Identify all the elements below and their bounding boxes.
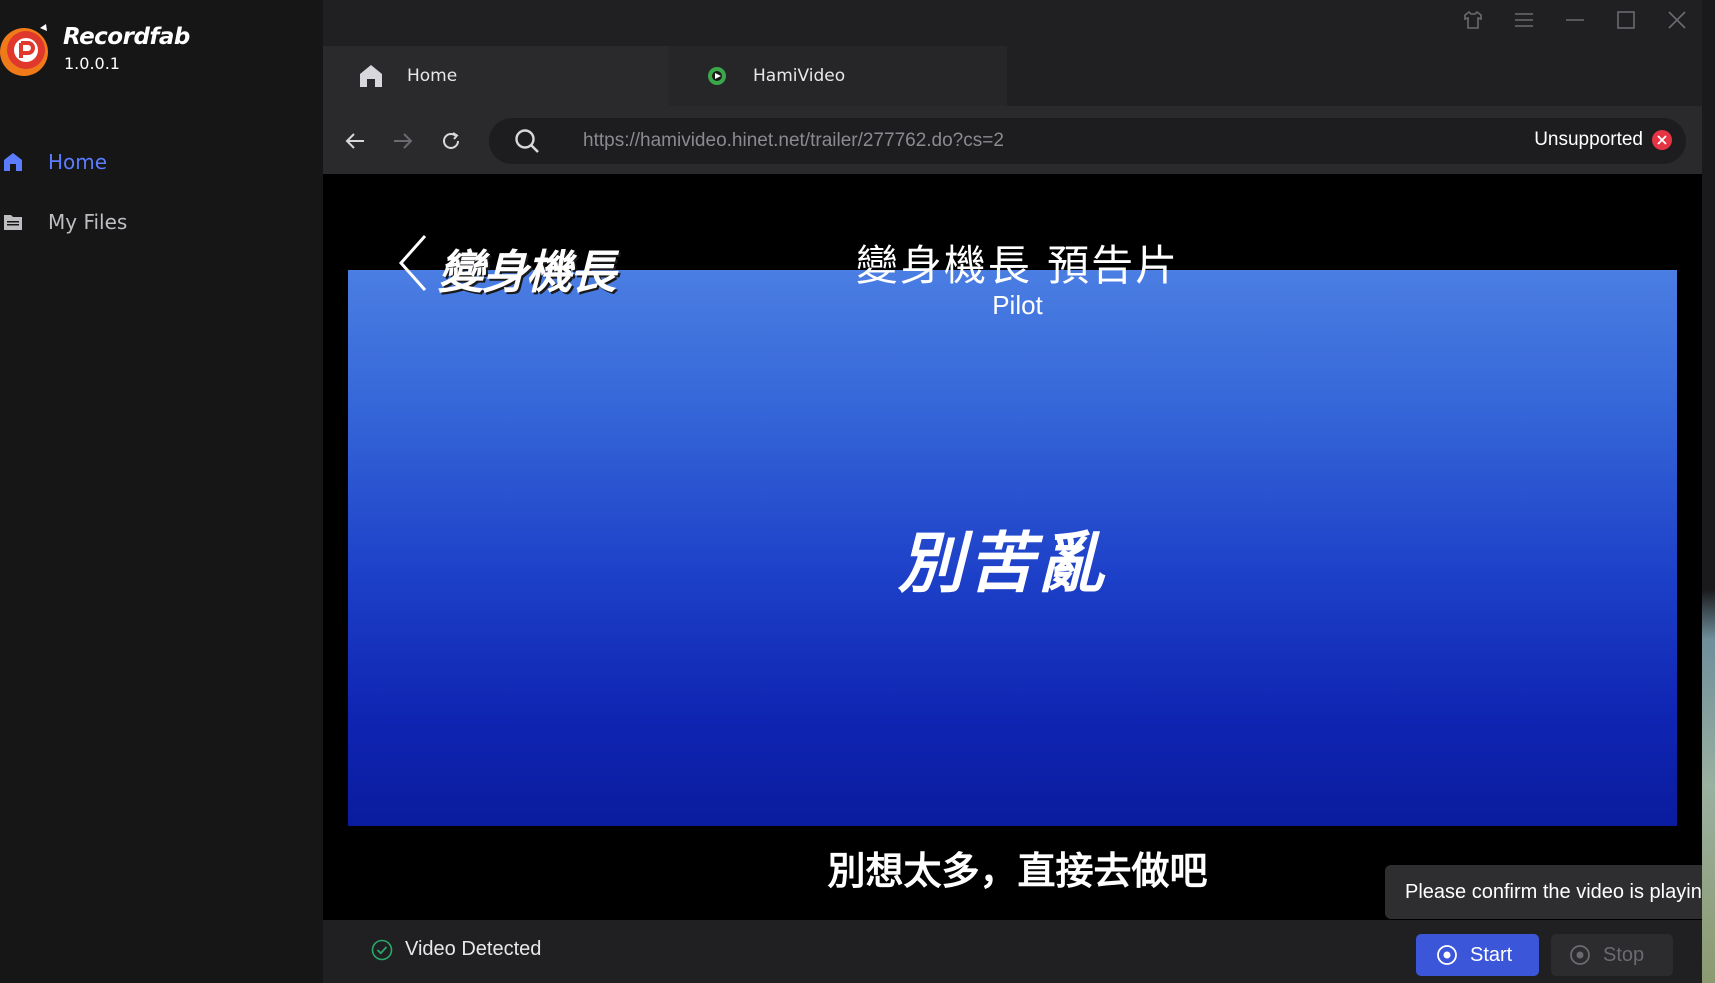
video-detected-status: Video Detected — [371, 938, 541, 961]
app-version: 1.0.0.1 — [64, 54, 120, 73]
window-controls — [1447, 0, 1702, 40]
refresh-button[interactable] — [434, 124, 468, 158]
home-icon — [0, 149, 26, 175]
search-icon — [515, 129, 539, 153]
app-name: Recordfab — [63, 24, 190, 50]
bottom-bar: Video Detected Start Stop — [323, 920, 1702, 983]
video-center-text: 別苦亂 — [898, 525, 1108, 602]
skin-button[interactable] — [1447, 0, 1498, 40]
hamivideo-icon — [703, 62, 731, 90]
arrow-right-icon — [394, 133, 413, 149]
start-button-label: Start — [1470, 943, 1513, 966]
main-panel: Home HamiVideo https://hamivideo.hinet.n… — [323, 0, 1702, 983]
refresh-icon — [443, 132, 459, 149]
menu-icon — [1514, 13, 1533, 27]
video-detected-text: Video Detected — [405, 938, 542, 960]
sidebar-item-label: My Files — [48, 210, 128, 234]
tab-label: HamiVideo — [753, 66, 846, 86]
sidebar: Recordfab 1.0.0.1 Home My Files — [0, 0, 323, 983]
support-status: Unsupported — [1534, 129, 1672, 151]
tab-bar: Home HamiVideo — [323, 46, 1023, 106]
close-icon — [1667, 11, 1686, 29]
sidebar-item-label: Home — [48, 150, 108, 174]
check-circle-icon — [371, 939, 393, 960]
desktop-background-edge — [1702, 0, 1715, 983]
sidebar-item-my-files[interactable]: My Files — [0, 202, 323, 242]
home-icon — [357, 62, 385, 90]
shirt-icon — [1463, 10, 1482, 29]
tab-hamivideo[interactable]: HamiVideo — [669, 46, 1007, 106]
video-title: 變身機長 預告片 — [855, 241, 1180, 290]
video-player[interactable]: 變身機長 變身機長 預告片 Pilot 別苦亂 別想太多，直接去做吧 — [323, 174, 1702, 920]
folder-icon — [0, 209, 26, 235]
sidebar-item-home[interactable]: Home — [0, 142, 323, 182]
address-bar[interactable]: Unsupported — [489, 118, 1686, 164]
minimize-button[interactable] — [1549, 0, 1600, 40]
maximize-button[interactable] — [1600, 0, 1651, 40]
video-subtitle: Pilot — [992, 290, 1043, 320]
stop-button[interactable]: Stop — [1551, 934, 1673, 976]
minimize-icon — [1565, 19, 1584, 21]
recordfab-logo-icon — [0, 22, 52, 78]
forward-button[interactable] — [386, 124, 420, 158]
maximize-icon — [1616, 11, 1635, 29]
browser-nav-bar: Unsupported — [323, 106, 1702, 174]
support-status-text: Unsupported — [1534, 129, 1643, 150]
close-circle-icon — [1652, 130, 1672, 150]
close-button[interactable] — [1651, 0, 1702, 40]
arrow-left-icon — [345, 133, 364, 149]
menu-button[interactable] — [1498, 0, 1549, 40]
tab-home[interactable]: Home — [323, 46, 669, 106]
tab-label: Home — [407, 66, 458, 86]
stop-button-label: Stop — [1603, 943, 1645, 966]
confirm-playing-tooltip: Please confirm the video is playin — [1385, 865, 1715, 919]
recordfab-window: Recordfab 1.0.0.1 Home My Files Home Ham… — [0, 0, 1715, 983]
url-input[interactable] — [583, 130, 1383, 152]
start-button[interactable]: Start — [1416, 934, 1539, 976]
stop-record-icon — [1570, 945, 1590, 965]
back-button[interactable] — [338, 124, 372, 158]
record-icon — [1437, 945, 1457, 965]
